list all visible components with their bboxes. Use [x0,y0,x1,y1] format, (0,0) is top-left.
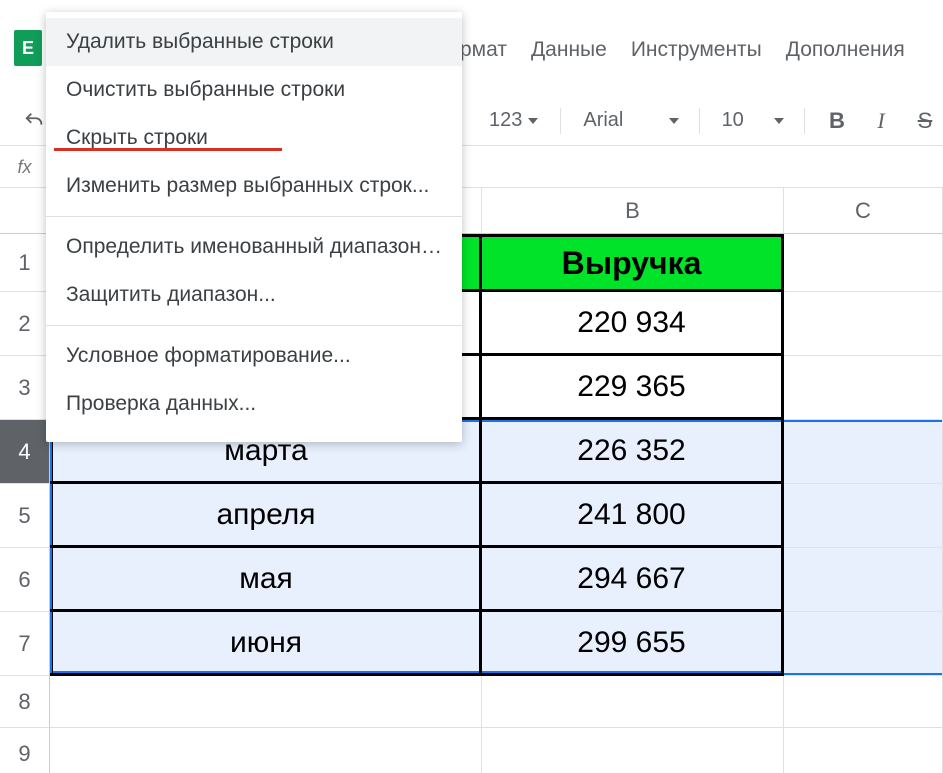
menu-protect-range[interactable]: Защитить диапазон... [46,271,462,319]
fx-label: fx [0,148,50,187]
menu-hide-rows[interactable]: Скрыть строки [46,114,462,162]
red-underline-annotation [54,148,282,151]
row-header[interactable]: 4 [0,420,50,484]
chevron-down-icon [528,118,538,124]
table-row: 9 [0,728,943,773]
context-menu: Удалить выбранные строки Очистить выбран… [46,12,462,442]
menu-resize-rows[interactable]: Изменить размер выбранных строк... [46,162,462,210]
table-row: 7 июня 299 655 [0,612,943,676]
menu-separator [46,216,462,217]
table-row: 5 апреля 241 800 [0,484,943,548]
row-header[interactable]: 5 [0,484,50,548]
cell-b7[interactable]: 299 655 [482,612,784,676]
menu-addons[interactable]: Дополнения [786,38,905,62]
cell-c2[interactable] [784,292,943,356]
cell-b9[interactable] [482,728,784,773]
cell-c1[interactable] [784,234,943,292]
separator [804,108,805,134]
cell-a5[interactable]: апреля [50,484,482,548]
row-header[interactable]: 1 [0,234,50,292]
row-header[interactable]: 9 [0,728,50,773]
separator [560,108,561,134]
font-family-label: Arial [583,109,623,132]
number-format-dropdown[interactable]: 123 [481,103,546,139]
cell-a8[interactable] [50,676,482,728]
column-header-c[interactable]: C [784,188,943,234]
font-size-dropdown[interactable]: 10 [714,103,790,139]
cell-b8[interactable] [482,676,784,728]
font-family-dropdown[interactable]: Arial [575,103,684,139]
cell-b3[interactable]: 229 365 [482,356,784,420]
cell-b5[interactable]: 241 800 [482,484,784,548]
menu-conditional-format[interactable]: Условное форматирование... [46,332,462,380]
separator [699,108,700,134]
cell-a7[interactable]: июня [50,612,482,676]
table-row: 6 мая 294 667 [0,548,943,612]
cell-c3[interactable] [784,356,943,420]
italic-icon: I [877,108,884,134]
menu-clear-rows[interactable]: Очистить выбранные строки [46,66,462,114]
cell-a9[interactable] [50,728,482,773]
menu-data[interactable]: Данные [531,38,607,62]
menu-tools[interactable]: Инструменты [631,38,762,62]
cell-b2[interactable]: 220 934 [482,292,784,356]
menu-delete-rows[interactable]: Удалить выбранные строки [46,18,462,66]
menu-format[interactable]: рмат [460,38,507,62]
menu-data-validation[interactable]: Проверка данных... [46,380,462,428]
italic-button[interactable]: I [863,103,899,139]
select-all-corner[interactable] [0,188,50,234]
chevron-down-icon [669,118,679,124]
cell-b6[interactable]: 294 667 [482,548,784,612]
cell-c8[interactable] [784,676,943,728]
row-header[interactable]: 8 [0,676,50,728]
cell-b4[interactable]: 226 352 [482,420,784,484]
strikethrough-button[interactable]: S [907,103,943,139]
row-header[interactable]: 7 [0,612,50,676]
row-header[interactable]: 3 [0,356,50,420]
bold-button[interactable]: B [819,103,855,139]
menu-named-range[interactable]: Определить именованный диапазон… [46,223,462,271]
font-size-label: 10 [722,109,744,132]
table-row: 8 [0,676,943,728]
column-header-b[interactable]: B [482,188,784,234]
number-format-label: 123 [489,109,522,132]
cell-c4[interactable] [784,420,943,484]
cell-b1[interactable]: Выручка [482,234,784,292]
cell-c6[interactable] [784,548,943,612]
chevron-down-icon [774,118,784,124]
row-header[interactable]: 6 [0,548,50,612]
cell-c9[interactable] [784,728,943,773]
cell-c5[interactable] [784,484,943,548]
strikethrough-icon: S [918,108,933,134]
undo-icon [23,110,45,132]
menu-separator [46,325,462,326]
bold-icon: B [829,108,845,134]
cell-c7[interactable] [784,612,943,676]
row-header[interactable]: 2 [0,292,50,356]
cell-a6[interactable]: мая [50,548,482,612]
